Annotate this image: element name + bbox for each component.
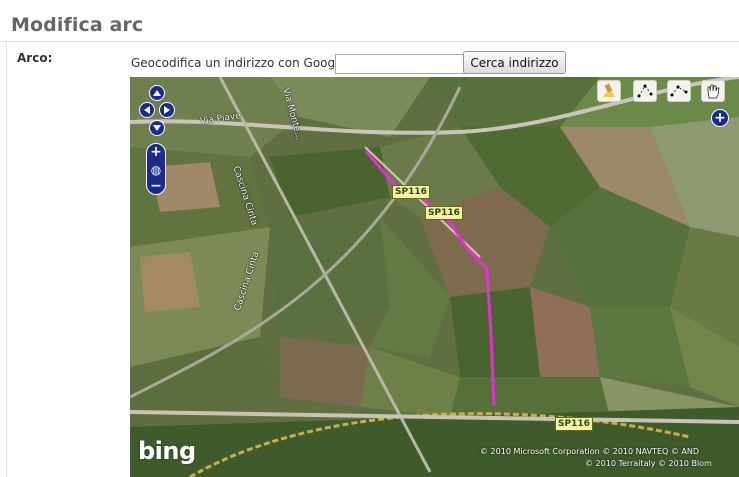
bing-logo: bing xyxy=(138,437,196,465)
pan-down-button[interactable] xyxy=(149,120,165,136)
globe-icon[interactable]: ◍ xyxy=(149,163,163,177)
eraser-icon xyxy=(603,83,615,97)
road-tag: SP116 xyxy=(555,417,593,431)
draw-point-tool-button[interactable] xyxy=(633,80,657,102)
map-copyright: © 2010 Terraitaly © 2010 Blom xyxy=(585,459,712,468)
draw-point-icon xyxy=(637,84,653,98)
arc-field-label: Arco: xyxy=(17,51,53,65)
zoom-control: + ◍ − xyxy=(146,143,166,195)
road-tag: SP116 xyxy=(425,206,463,220)
hand-icon xyxy=(707,84,720,99)
geocode-label: Geocodifica un indirizzo con Google xyxy=(131,56,346,70)
eraser-tool-button[interactable] xyxy=(597,80,621,102)
road-tag: SP116 xyxy=(392,185,430,199)
pan-up-button[interactable] xyxy=(149,85,165,101)
address-input[interactable] xyxy=(335,54,465,74)
zoom-out-button[interactable]: − xyxy=(149,179,163,193)
map-copyright: © 2010 Microsoft Corporation © 2010 NAVT… xyxy=(480,447,699,456)
satellite-imagery xyxy=(130,77,739,477)
pan-hand-tool-button[interactable] xyxy=(701,80,725,102)
search-address-button[interactable]: Cerca indirizzo xyxy=(463,51,566,74)
title-divider xyxy=(0,41,739,42)
draw-line-icon xyxy=(670,85,688,97)
page-title: Modifica arc xyxy=(11,14,144,36)
layer-switcher-button[interactable]: + xyxy=(711,109,729,127)
pan-right-button[interactable] xyxy=(159,102,175,118)
pan-left-button[interactable] xyxy=(139,102,155,118)
map-view[interactable]: + ◍ − + Via Piave Cascina Cinta Cascina … xyxy=(130,77,739,477)
zoom-in-button[interactable]: + xyxy=(149,145,163,159)
draw-line-tool-button[interactable] xyxy=(667,80,691,102)
